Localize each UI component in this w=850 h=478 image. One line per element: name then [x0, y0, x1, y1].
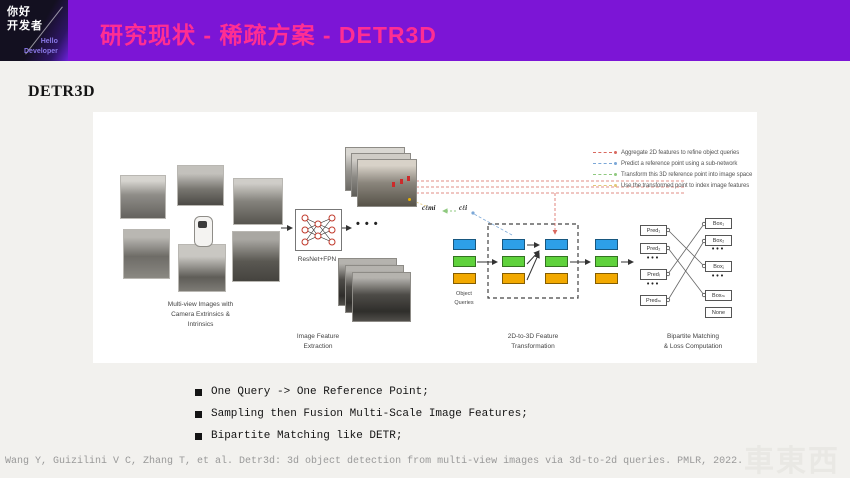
camera-image-back	[178, 244, 226, 292]
square-bullet-icon	[195, 433, 202, 440]
query-box-blue	[502, 239, 525, 250]
pred-box: Predᵢ	[640, 269, 667, 280]
legend-label: Transform this 3D reference point into i…	[621, 172, 752, 178]
chedongxi-watermark: 車東西	[744, 436, 840, 478]
legend-row-transform: Transform this 3D reference point into i…	[593, 169, 752, 180]
c-lmi-symbol: cℓmi	[422, 204, 436, 212]
gt-ellipsis: •••	[705, 273, 732, 280]
gt-box: Boxₘ	[705, 290, 732, 301]
legend-label: Predict a reference point using a sub-ne…	[621, 161, 737, 167]
legend-line-yellow	[593, 185, 612, 186]
header-bar: 你好 开发者 Hello Developer 研究现状 - 稀疏方案 - DET…	[0, 0, 850, 61]
object-queries-label: Object Queries	[441, 290, 487, 307]
query-box-yellow	[595, 273, 618, 284]
query-box-yellow	[545, 273, 568, 284]
query-box-green	[545, 256, 568, 267]
gt-box: Box₂	[705, 235, 732, 246]
legend-dot-green	[614, 173, 617, 176]
bullet-item: One Query -> One Reference Point;	[195, 381, 528, 403]
pred-box: Predₘ	[640, 295, 667, 306]
legend: Aggregate 2D features to refine object q…	[593, 147, 752, 191]
camera-image-back-left	[123, 229, 170, 279]
query-box-green	[453, 256, 476, 267]
camera-image-front-left	[120, 175, 166, 219]
query-box-green	[595, 256, 618, 267]
projected-point-red	[400, 179, 403, 184]
citation-text: Wang Y, Guizilini V C, Zhang T, et al. D…	[5, 456, 743, 467]
pred-ellipsis: •••	[640, 281, 667, 288]
gt-box: Boxⱼ	[705, 261, 732, 272]
ellipsis-dots: •••	[356, 218, 383, 230]
car-windshield	[198, 221, 207, 228]
bullet-text: Bipartite Matching like DETR;	[211, 430, 402, 442]
camera-image-front-right	[233, 178, 283, 225]
bullet-list: One Query -> One Reference Point; Sampli…	[195, 381, 528, 447]
detr3d-architecture-figure: Multi-view Images with Camera Extrinsics…	[93, 112, 757, 363]
transformation-label: 2D-to-3D Feature Transformation	[488, 332, 578, 352]
c-li-symbol: cℓi	[459, 204, 467, 212]
none-box: None	[705, 307, 732, 318]
bullet-item: Sampling then Fusion Multi-Scale Image F…	[195, 403, 528, 425]
projected-point-red	[392, 182, 395, 187]
bipartite-label: Bipartite Matching & Loss Computation	[648, 332, 738, 352]
pred-box: Pred₁	[640, 225, 667, 236]
bullet-text: One Query -> One Reference Point;	[211, 386, 429, 398]
legend-row-aggregate: Aggregate 2D features to refine object q…	[593, 147, 752, 158]
legend-dot-yellow	[614, 184, 617, 187]
query-box-blue	[453, 239, 476, 250]
query-box-blue	[595, 239, 618, 250]
slide: 你好 开发者 Hello Developer 研究现状 - 稀疏方案 - DET…	[0, 0, 850, 478]
section-title: DETR3D	[28, 83, 95, 101]
hello-developer-logo: 你好 开发者 Hello Developer	[0, 0, 68, 61]
square-bullet-icon	[195, 389, 202, 396]
query-box-yellow	[502, 273, 525, 284]
legend-row-predict: Predict a reference point using a sub-ne…	[593, 158, 752, 169]
feature-stack-front	[352, 272, 411, 322]
indexed-point-yellow	[408, 198, 411, 201]
image-feature-label: Image Feature Extraction	[278, 332, 358, 352]
camera-image-front	[177, 165, 224, 206]
bullet-text: Sampling then Fusion Multi-Scale Image F…	[211, 408, 528, 420]
legend-line-green	[593, 174, 612, 175]
legend-dot-red	[614, 151, 617, 154]
legend-row-index: Use the transformed point to index image…	[593, 180, 752, 191]
query-box-yellow	[453, 273, 476, 284]
gt-ellipsis: •••	[705, 246, 732, 253]
legend-dot-blue	[614, 162, 617, 165]
camera-image-back-right	[232, 231, 280, 282]
legend-line-blue	[593, 163, 612, 164]
multiview-label: Multi-view Images with Camera Extrinsics…	[133, 300, 268, 330]
legend-label: Aggregate 2D features to refine object q…	[621, 150, 739, 156]
slide-title: 研究现状 - 稀疏方案 - DETR3D	[100, 16, 437, 50]
legend-line-red	[593, 152, 612, 153]
query-box-blue	[545, 239, 568, 250]
square-bullet-icon	[195, 411, 202, 418]
logo-english-text: Hello Developer	[24, 37, 58, 56]
resnet-fpn-icon	[295, 209, 342, 251]
bullet-item: Bipartite Matching like DETR;	[195, 425, 528, 447]
legend-label: Use the transformed point to index image…	[621, 183, 749, 189]
gt-box: Box₁	[705, 218, 732, 229]
query-box-green	[502, 256, 525, 267]
projected-point-red	[407, 176, 410, 181]
pred-ellipsis: •••	[640, 255, 667, 262]
ego-car-icon	[194, 216, 213, 247]
pred-box: Pred₂	[640, 243, 667, 254]
logo-chinese-text: 你好 开发者	[7, 5, 43, 34]
